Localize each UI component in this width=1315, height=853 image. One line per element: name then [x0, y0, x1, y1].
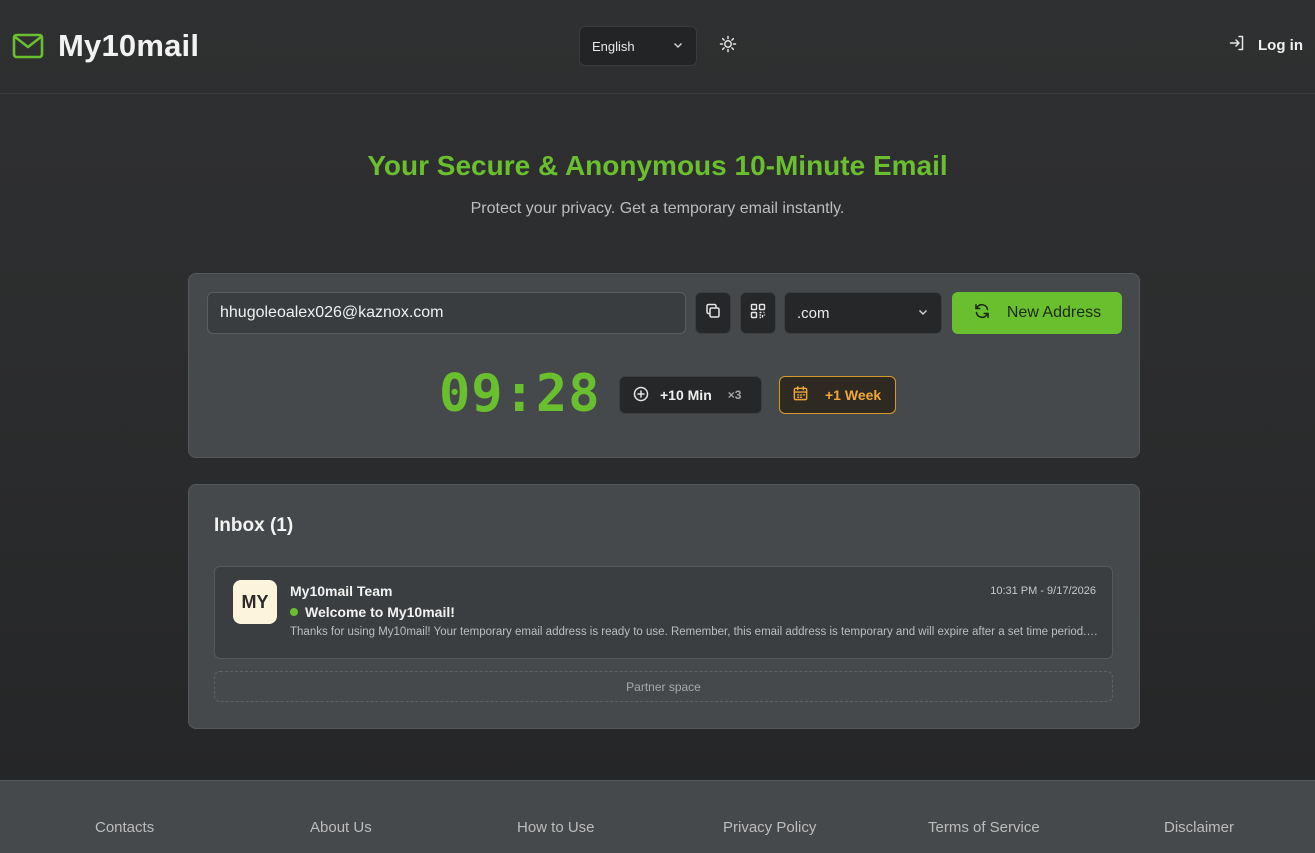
- partner-space: Partner space: [214, 671, 1113, 702]
- mail-icon: [12, 33, 44, 59]
- page-title: Your Secure & Anonymous 10-Minute Email: [367, 150, 948, 181]
- inbox-title: Inbox (1): [214, 515, 294, 536]
- new-address-label: New Address: [1006, 304, 1102, 321]
- theme-toggle-button[interactable]: [716, 34, 740, 58]
- email-address-field[interactable]: hhugoleoalex026@kaznox.com: [207, 292, 686, 334]
- extend-multiplier: ×3: [727, 388, 742, 402]
- address-card: hhugoleoalex026@kaznox.com .com New Addr…: [188, 273, 1140, 458]
- message-preview: Thanks for using My10mail! Your temporar…: [290, 626, 1100, 638]
- page-subtitle: Protect your privacy. Get a temporary em…: [470, 200, 845, 217]
- message-time: 10:31 PM - 9/17/2026: [990, 585, 1096, 597]
- extend-10-min-button[interactable]: +10 Min ×3: [619, 376, 762, 414]
- message-subject: Welcome to My10mail!: [290, 604, 455, 620]
- copy-button[interactable]: [695, 292, 731, 334]
- inbox-card: Inbox (1) MY My10mail Team 10:31 PM - 9/…: [188, 484, 1140, 729]
- extend-1-week-button[interactable]: +1 Week: [779, 376, 896, 414]
- login-icon: [1228, 34, 1246, 56]
- language-select[interactable]: English: [579, 26, 697, 66]
- calendar-icon: [792, 385, 809, 405]
- logo-text: My10mail: [58, 28, 200, 63]
- footer: Contacts About Us How to Use Privacy Pol…: [0, 780, 1315, 853]
- unread-dot-icon: [290, 608, 298, 616]
- new-address-button[interactable]: New Address: [952, 292, 1122, 334]
- message-sender: My10mail Team: [290, 583, 393, 599]
- copy-icon: [704, 302, 722, 325]
- chevron-down-icon: [917, 305, 929, 322]
- refresh-icon: [973, 302, 991, 325]
- qr-code-button[interactable]: [740, 292, 776, 334]
- domain-select[interactable]: .com: [784, 292, 942, 334]
- avatar: MY: [233, 580, 277, 624]
- list-item[interactable]: MY My10mail Team 10:31 PM - 9/17/2026 We…: [214, 566, 1113, 659]
- extend-label: +10 Min: [660, 387, 712, 403]
- footer-link-about-us[interactable]: About Us: [310, 819, 372, 836]
- footer-link-disclaimer[interactable]: Disclaimer: [1164, 819, 1234, 836]
- header: My10mail English Log in: [0, 0, 1315, 94]
- footer-link-privacy-policy[interactable]: Privacy Policy: [723, 819, 816, 836]
- login-button[interactable]: Log in: [1228, 34, 1303, 56]
- footer-link-terms-of-service[interactable]: Terms of Service: [928, 819, 1040, 836]
- sun-icon: [719, 35, 737, 58]
- language-selected: English: [592, 38, 635, 54]
- footer-link-how-to-use[interactable]: How to Use: [517, 819, 595, 836]
- chevron-down-icon: [672, 39, 684, 54]
- qr-code-icon: [749, 302, 767, 325]
- plus-circle-icon: [632, 385, 650, 406]
- domain-selected: .com: [797, 304, 830, 322]
- logo[interactable]: My10mail: [12, 28, 199, 64]
- message-subject-text: Welcome to My10mail!: [305, 604, 455, 620]
- footer-link-contacts[interactable]: Contacts: [95, 819, 154, 836]
- login-label: Log in: [1258, 36, 1303, 54]
- week-label: +1 Week: [825, 387, 882, 403]
- countdown-timer: 09:28: [439, 364, 601, 424]
